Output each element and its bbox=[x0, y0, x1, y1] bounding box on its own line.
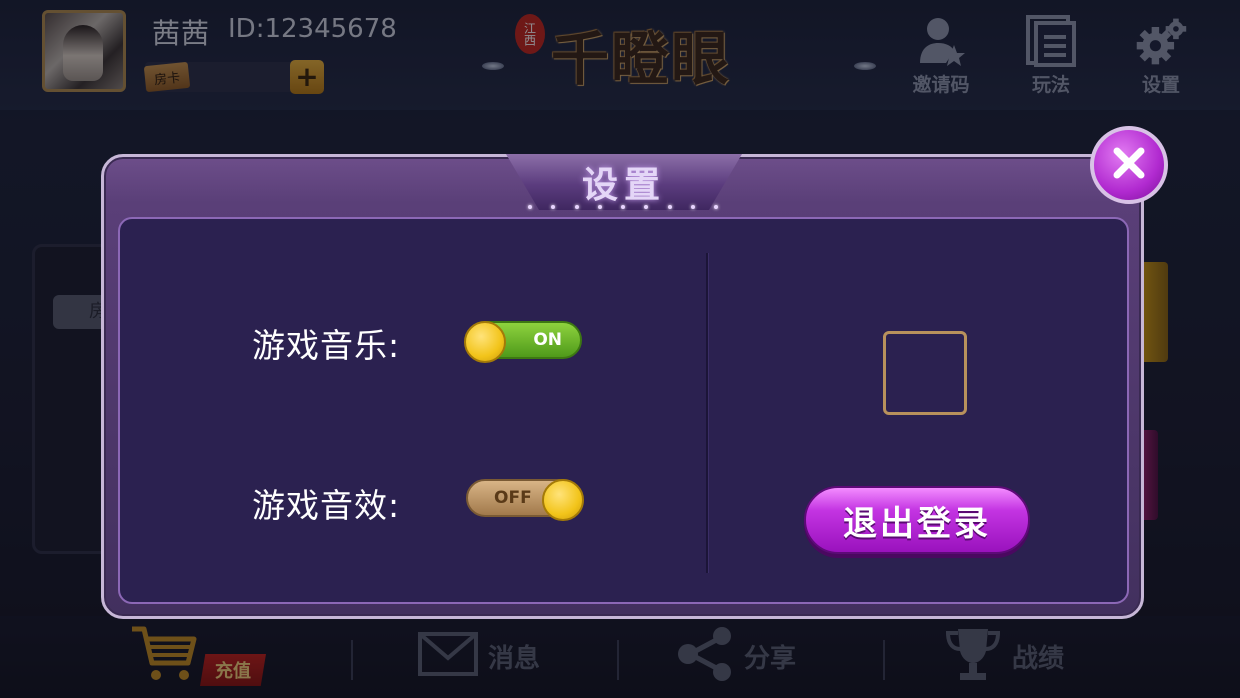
title-dots bbox=[528, 205, 718, 211]
toggle-knob bbox=[542, 479, 584, 521]
close-icon bbox=[1109, 143, 1149, 187]
toggle-knob bbox=[464, 321, 506, 363]
logout-label: 退出登录 bbox=[843, 503, 991, 544]
profile-avatar-frame bbox=[883, 331, 967, 415]
music-toggle-state: ON bbox=[533, 330, 562, 350]
sfx-setting-label: 游戏音效: bbox=[252, 486, 401, 525]
settings-dialog: 设置 游戏音乐: ON 游戏音效: OFF 退出登录 bbox=[101, 154, 1144, 619]
dialog-title: 设置 bbox=[581, 165, 666, 206]
dialog-title-banner: 设置 bbox=[506, 154, 742, 210]
logout-button[interactable]: 退出登录 bbox=[804, 486, 1030, 554]
sfx-toggle[interactable]: OFF bbox=[466, 479, 584, 521]
music-toggle[interactable]: ON bbox=[464, 321, 582, 363]
music-setting-label: 游戏音乐: bbox=[252, 326, 401, 365]
sfx-toggle-state: OFF bbox=[494, 488, 532, 508]
dialog-content-panel: 游戏音乐: ON 游戏音效: OFF 退出登录 bbox=[118, 217, 1129, 604]
panel-divider bbox=[706, 253, 708, 573]
close-dialog-button[interactable] bbox=[1090, 126, 1168, 204]
